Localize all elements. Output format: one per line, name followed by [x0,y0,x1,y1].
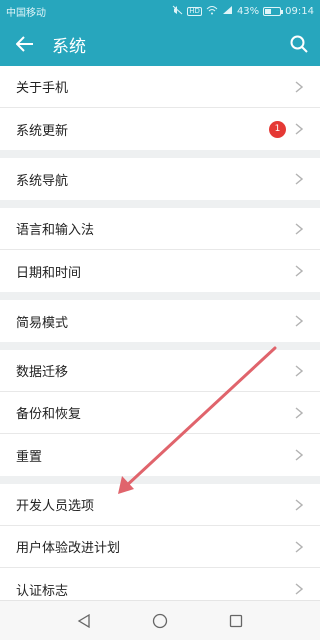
settings-group: 数据迁移 备份和恢复 重置 [0,350,320,476]
search-icon[interactable] [288,33,310,55]
settings-group: 系统导航 [0,158,320,200]
clock: 09:14 [285,5,314,17]
settings-item-system-update[interactable]: 系统更新 1 [0,108,320,150]
navigation-bar [0,600,320,640]
settings-item-reset[interactable]: 重置 [0,434,320,476]
app-bar: 系统 [0,22,320,66]
chevron-right-icon [294,314,304,328]
settings-item-data-migration[interactable]: 数据迁移 [0,350,320,392]
settings-group: 关于手机 系统更新 1 [0,66,320,150]
chevron-right-icon [294,406,304,420]
header: 中国移动 HD 43% 09:14 系统 [0,0,320,66]
settings-item-about-phone[interactable]: 关于手机 [0,66,320,108]
chevron-right-icon [294,80,304,94]
settings-item-label: 简易模式 [16,315,69,331]
chevron-right-icon [294,582,304,596]
carrier-label: 中国移动 [6,7,46,19]
settings-item-label: 认证标志 [16,583,69,599]
back-triangle-icon[interactable] [75,612,93,630]
chevron-right-icon [294,498,304,512]
battery-percent: 43% [236,5,260,17]
settings-item-label: 日期和时间 [16,265,82,281]
settings-item-label: 关于手机 [16,81,69,96]
mute-icon [172,5,183,18]
settings-item-system-navigation[interactable]: 系统导航 [0,158,320,200]
settings-item-label: 系统导航 [16,173,69,189]
settings-list: 关于手机 系统更新 1 系统导航 语言和输入法 日期和时间 简易模式 数据迁移 … [0,66,320,618]
settings-group: 开发人员选项 用户体验改进计划 认证标志 [0,484,320,610]
settings-item-user-experience[interactable]: 用户体验改进计划 [0,526,320,568]
settings-item-label: 开发人员选项 [16,499,95,514]
settings-item-label: 用户体验改进计划 [16,541,121,556]
page-title: 系统 [52,36,86,57]
signal-icon [222,5,233,18]
settings-group: 语言和输入法 日期和时间 [0,208,320,292]
settings-group: 简易模式 [0,300,320,342]
battery-icon [263,6,284,16]
wifi-icon [206,5,218,18]
settings-item-label: 语言和输入法 [16,223,95,238]
settings-item-label: 系统更新 [16,123,69,139]
notification-badge: 1 [269,120,286,138]
recents-square-icon[interactable] [227,612,245,630]
chevron-right-icon [294,540,304,554]
chevron-right-icon [294,222,304,236]
settings-item-label: 备份和恢复 [16,407,82,422]
arrow-left-icon[interactable] [14,33,36,55]
settings-item-label: 重置 [16,449,43,465]
chevron-right-icon [294,448,304,462]
settings-item-simple-mode[interactable]: 简易模式 [0,300,320,342]
settings-item-language-input[interactable]: 语言和输入法 [0,208,320,250]
settings-item-backup-restore[interactable]: 备份和恢复 [0,392,320,434]
settings-item-date-time[interactable]: 日期和时间 [0,250,320,292]
status-bar: 中国移动 HD 43% 09:14 [0,0,320,22]
settings-item-label: 数据迁移 [16,365,69,380]
home-circle-icon[interactable] [151,612,169,630]
status-icons: HD 43% 09:14 [172,5,314,18]
chevron-right-icon [294,122,304,136]
chevron-right-icon [294,172,304,186]
chevron-right-icon [294,264,304,278]
settings-item-developer-options[interactable]: 开发人员选项 [0,484,320,526]
chevron-right-icon [294,364,304,378]
hd-icon: HD [187,6,202,16]
